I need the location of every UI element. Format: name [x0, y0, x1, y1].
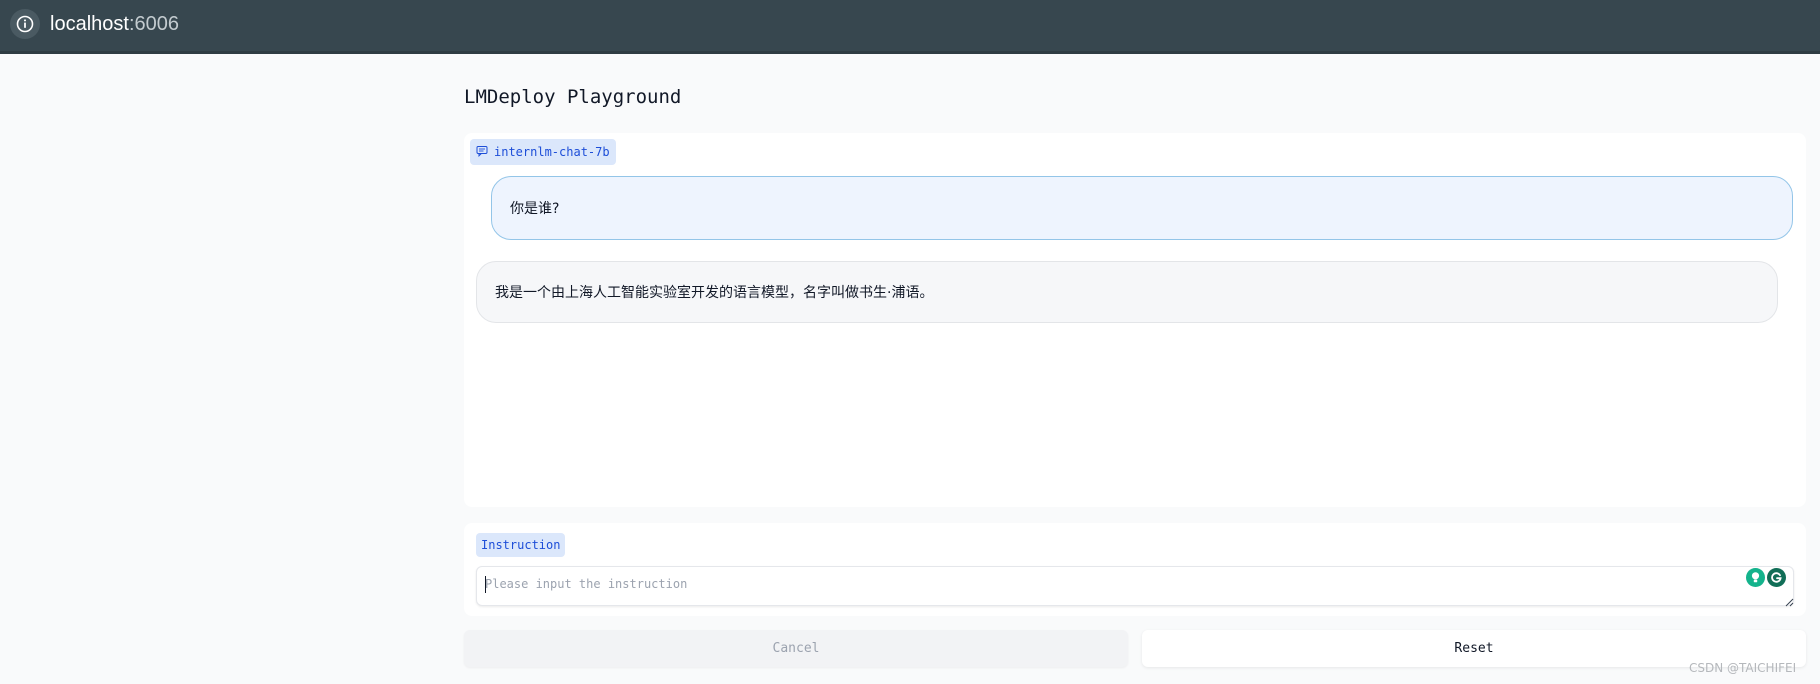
- assistant-message: 我是一个由上海人工智能实验室开发的语言模型，名字叫做书生·浦语。: [476, 261, 1778, 323]
- user-message-text: 你是谁?: [510, 201, 560, 217]
- page-title: LMDeploy Playground: [464, 86, 682, 108]
- model-label-badge: internlm-chat-7b: [470, 139, 616, 165]
- grammar-extension-icons: [1746, 568, 1786, 587]
- url-host: localhost: [50, 13, 129, 35]
- grammarly-icon[interactable]: [1767, 568, 1786, 587]
- browser-toolbar: localhost:6006: [0, 0, 1820, 54]
- chatbot-panel: internlm-chat-7b 你是谁? 我是一个由上海人工智能实验室开发的语…: [464, 133, 1806, 507]
- instruction-label: Instruction: [476, 533, 566, 557]
- model-label: internlm-chat-7b: [494, 145, 610, 159]
- text-caret: [485, 576, 486, 593]
- address-bar[interactable]: localhost:6006: [50, 13, 179, 36]
- resize-handle-icon[interactable]: [1784, 594, 1794, 607]
- assistant-message-text: 我是一个由上海人工智能实验室开发的语言模型，名字叫做书生·浦语。: [495, 285, 934, 301]
- watermark: CSDN @TAICHIFEI: [1689, 661, 1797, 675]
- site-info-button[interactable]: [10, 9, 40, 39]
- instruction-input[interactable]: [476, 566, 1794, 606]
- url-port: :6006: [128, 13, 179, 35]
- instruction-panel: Instruction: [464, 523, 1806, 616]
- chat-bubble-icon: [476, 145, 488, 160]
- user-message: 你是谁?: [491, 176, 1793, 240]
- cancel-button[interactable]: Cancel: [464, 630, 1128, 667]
- lightbulb-icon[interactable]: [1746, 568, 1765, 587]
